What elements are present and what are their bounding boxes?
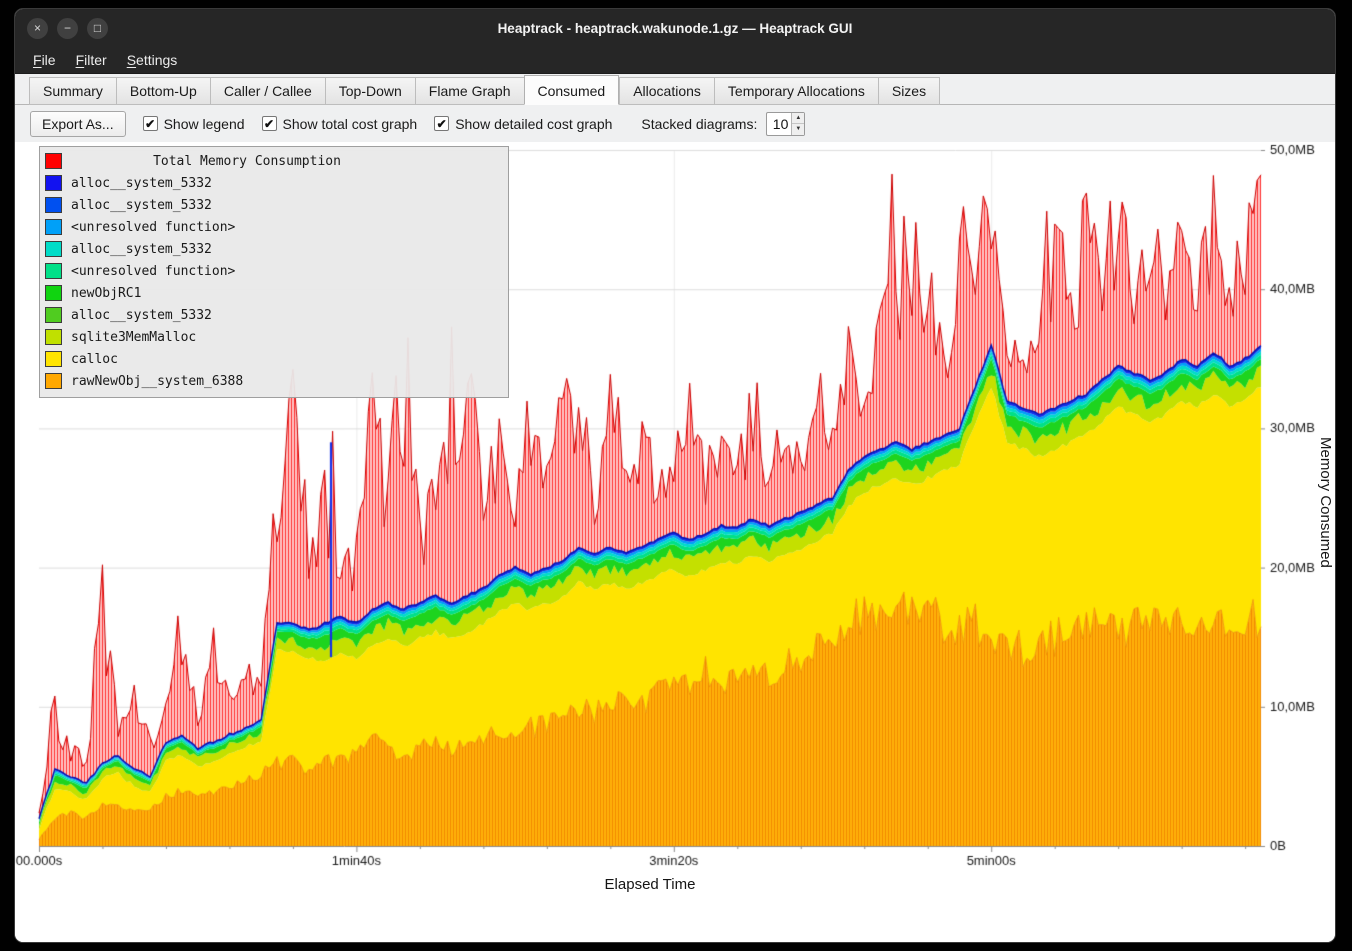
menu-file[interactable]: File (23, 47, 66, 73)
spin-down-icon[interactable]: ▼ (792, 124, 804, 135)
legend-label: <unresolved function> (71, 264, 235, 279)
legend-label: alloc__system_5332 (71, 198, 212, 213)
legend-swatch (45, 197, 62, 213)
legend-item: alloc__system_5332 (45, 238, 503, 260)
legend-item: newObjRC1 (45, 282, 503, 304)
legend-swatch (45, 175, 62, 191)
spinner-buttons: ▲ ▼ (791, 113, 804, 135)
tab-summary[interactable]: Summary (29, 77, 116, 105)
legend-swatch (45, 373, 62, 389)
checkbox-check-icon[interactable]: ✔ (434, 116, 449, 131)
x-axis-title: Elapsed Time (39, 876, 1261, 893)
legend-title: Total Memory Consumption (71, 154, 503, 169)
legend-label: newObjRC1 (71, 286, 141, 301)
legend-item: <unresolved function> (45, 260, 503, 282)
y-axis-title: Memory Consumed (1317, 437, 1334, 568)
show-total-cost-graph-checkbox[interactable]: ✔ Show total cost graph (262, 116, 418, 132)
legend-label: rawNewObj__system_6388 (71, 374, 243, 389)
stacked-diagrams-spinbox[interactable]: 10 ▲ ▼ (766, 112, 805, 136)
menu-filter[interactable]: Filter (66, 47, 117, 73)
spin-up-icon[interactable]: ▲ (792, 113, 804, 125)
chart-legend: Total Memory Consumption alloc__system_5… (39, 146, 509, 398)
legend-item: alloc__system_5332 (45, 172, 503, 194)
export-as-button[interactable]: Export As... (30, 111, 126, 137)
titlebar[interactable]: × − □ Heaptrack - heaptrack.wakunode.1.g… (15, 9, 1335, 47)
menu-settings[interactable]: Settings (117, 47, 188, 73)
legend-label: alloc__system_5332 (71, 308, 212, 323)
legend-swatch (45, 351, 62, 367)
window-title: Heaptrack - heaptrack.wakunode.1.gz — He… (498, 21, 853, 36)
legend-item: calloc (45, 348, 503, 370)
minimize-icon[interactable]: − (57, 18, 78, 39)
legend-swatch (45, 219, 62, 235)
window-controls: × − □ (27, 9, 108, 47)
tab-sizes[interactable]: Sizes (878, 77, 940, 105)
maximize-icon[interactable]: □ (87, 18, 108, 39)
tab-allocations[interactable]: Allocations (619, 77, 714, 105)
legend-swatch (45, 263, 62, 279)
legend-swatch-total (45, 153, 62, 169)
legend-label: alloc__system_5332 (71, 176, 212, 191)
checkbox-label: Show detailed cost graph (455, 116, 612, 132)
legend-label: <unresolved function> (71, 220, 235, 235)
legend-item: <unresolved function> (45, 216, 503, 238)
tab-temporary-allocations[interactable]: Temporary Allocations (714, 77, 878, 105)
chart-area: Total Memory Consumption alloc__system_5… (15, 142, 1335, 942)
checkbox-label: Show legend (164, 116, 245, 132)
legend-item: sqlite3MemMalloc (45, 326, 503, 348)
legend-items: alloc__system_5332 alloc__system_5332 <unr… (45, 172, 503, 392)
legend-swatch (45, 329, 62, 345)
show-legend-checkbox[interactable]: ✔ Show legend (143, 116, 245, 132)
legend-label: alloc__system_5332 (71, 242, 212, 257)
legend-item: alloc__system_5332 (45, 194, 503, 216)
tab-flame-graph[interactable]: Flame Graph (415, 77, 524, 105)
stacked-diagrams-value: 10 (767, 113, 791, 135)
show-detailed-cost-graph-checkbox[interactable]: ✔ Show detailed cost graph (434, 116, 612, 132)
legend-title-row: Total Memory Consumption (45, 150, 503, 172)
heaptrack-window: × − □ Heaptrack - heaptrack.wakunode.1.g… (14, 8, 1336, 943)
close-icon[interactable]: × (27, 18, 48, 39)
legend-item: rawNewObj__system_6388 (45, 370, 503, 392)
tab-top-down[interactable]: Top-Down (325, 77, 415, 105)
toolbar: Export As... ✔ Show legend ✔ Show total … (15, 105, 1335, 142)
desktop-background: × − □ Heaptrack - heaptrack.wakunode.1.g… (0, 0, 1352, 951)
legend-swatch (45, 307, 62, 323)
checkbox-check-icon[interactable]: ✔ (262, 116, 277, 131)
legend-item: alloc__system_5332 (45, 304, 503, 326)
legend-swatch (45, 285, 62, 301)
tab-bottom-up[interactable]: Bottom-Up (116, 77, 210, 105)
menubar: FileFilterSettings (15, 47, 1335, 74)
stacked-diagrams-label: Stacked diagrams: (641, 116, 757, 132)
legend-label: sqlite3MemMalloc (71, 330, 196, 345)
checkbox-label: Show total cost graph (283, 116, 418, 132)
checkbox-check-icon[interactable]: ✔ (143, 116, 158, 131)
tab-bar: SummaryBottom-UpCaller / CalleeTop-DownF… (15, 74, 1335, 105)
tab-caller-callee[interactable]: Caller / Callee (210, 77, 325, 105)
legend-label: calloc (71, 352, 118, 367)
legend-swatch (45, 241, 62, 257)
tab-consumed[interactable]: Consumed (524, 75, 620, 105)
